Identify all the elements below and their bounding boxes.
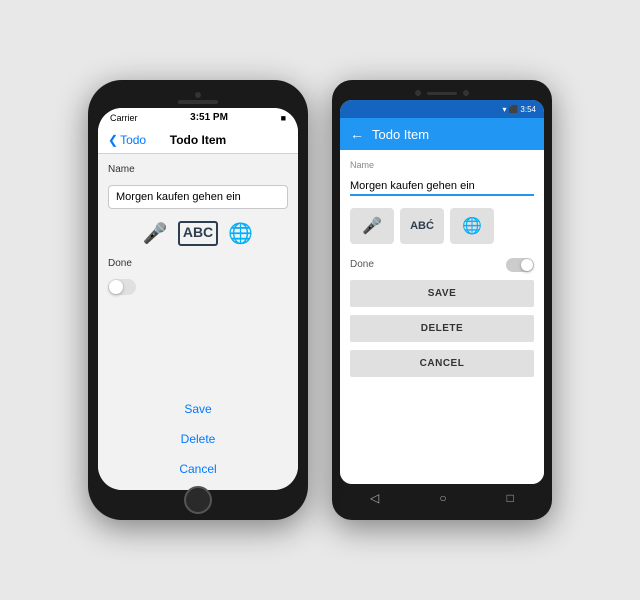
android-camera-2 (463, 90, 469, 96)
android-done-row: Done (350, 256, 534, 272)
android-back-button[interactable]: ← (350, 126, 364, 142)
android-done-toggle[interactable] (506, 258, 534, 272)
android-speaker (427, 92, 457, 95)
ios-chevron-icon: ❮ (108, 133, 118, 147)
android-content: Name Morgen kaufen gehen ein 🎤 ABĆ 🌐 Don… (340, 150, 544, 484)
android-save-button[interactable]: SAVE (350, 280, 534, 307)
ios-abc-icon[interactable]: ABC (178, 221, 218, 246)
android-time: 3:54 (520, 105, 536, 114)
android-status-right: ▾ ⬛ 3:54 (502, 105, 536, 114)
ios-back-button[interactable]: ❮ Todo (108, 133, 146, 147)
ios-back-label: Todo (120, 133, 146, 147)
ios-done-toggle[interactable] (108, 279, 136, 295)
android-back-nav-icon[interactable]: ◁ (370, 491, 379, 505)
ios-nav-bar: ❮ Todo Todo Item (98, 127, 298, 154)
android-battery-icon: ⬛ (508, 105, 518, 114)
ios-home-indicator (98, 490, 298, 510)
ios-phone: Carrier 3:51 PM ■ ❮ Todo Todo Item Name … (88, 80, 308, 520)
android-status-bar: ▾ ⬛ 3:54 (340, 100, 544, 118)
android-nav-bar: ◁ ○ □ (340, 484, 544, 512)
android-abc-button[interactable]: ABĆ (400, 208, 444, 244)
android-cancel-button[interactable]: CANCEL (350, 350, 534, 377)
android-home-nav-icon[interactable]: ○ (439, 491, 446, 505)
ios-carrier: Carrier (110, 113, 138, 123)
android-icons-row: 🎤 ABĆ 🌐 (350, 204, 534, 248)
android-camera (415, 90, 421, 96)
ios-screen: Carrier 3:51 PM ■ ❮ Todo Todo Item Name … (98, 108, 298, 490)
ios-done-label: Done (108, 258, 288, 269)
ios-home-button[interactable] (184, 486, 212, 514)
ios-cancel-button[interactable]: Cancel (108, 458, 288, 480)
android-done-label: Done (350, 259, 374, 270)
android-globe-button[interactable]: 🌐 (450, 208, 494, 244)
ios-globe-icon[interactable]: 🌐 (228, 221, 253, 246)
ios-status-bar: Carrier 3:51 PM ■ (98, 108, 298, 127)
android-delete-button[interactable]: DELETE (350, 315, 534, 342)
ios-icons-row: 🎤 ABC 🌐 (108, 217, 288, 250)
ios-time: 3:51 PM (190, 112, 228, 123)
ios-mic-icon[interactable]: 🎤 (143, 221, 168, 246)
android-app-bar: ← Todo Item (340, 118, 544, 150)
android-screen: ▾ ⬛ 3:54 ← Todo Item Name Morgen kaufen … (340, 100, 544, 484)
android-app-title: Todo Item (372, 127, 429, 142)
android-wifi-icon: ▾ (502, 105, 506, 114)
android-phone: ▾ ⬛ 3:54 ← Todo Item Name Morgen kaufen … (332, 80, 552, 520)
android-recent-nav-icon[interactable]: □ (507, 491, 514, 505)
ios-name-input[interactable]: Morgen kaufen gehen ein (108, 185, 288, 209)
ios-battery: ■ (281, 113, 286, 123)
ios-speaker (178, 100, 218, 104)
android-mic-button[interactable]: 🎤 (350, 208, 394, 244)
android-name-input[interactable]: Morgen kaufen gehen ein (350, 178, 534, 196)
ios-delete-button[interactable]: Delete (108, 428, 288, 450)
ios-name-label: Name (108, 164, 288, 175)
ios-nav-title: Todo Item (170, 133, 226, 147)
ios-content: Name Morgen kaufen gehen ein 🎤 ABC 🌐 Don… (98, 154, 298, 490)
android-name-label: Name (350, 160, 534, 170)
android-top-bar (340, 88, 544, 100)
ios-save-button[interactable]: Save (108, 398, 288, 420)
ios-camera (195, 92, 201, 98)
